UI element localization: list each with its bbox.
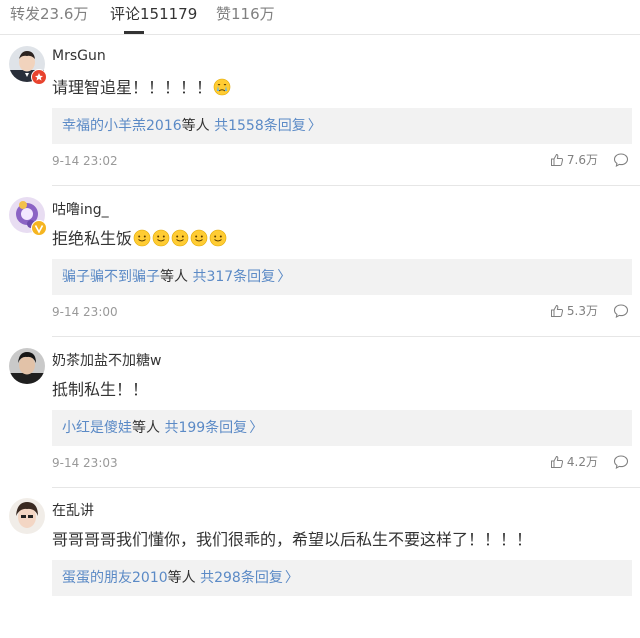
reply-user-link[interactable]: 幸福的小羊羔2016 (62, 118, 182, 134)
avatar[interactable] (9, 348, 45, 384)
comment-text: 哥哥哥哥我们懂你，我们很乖的，希望以后私生不要这样了！！！！ (52, 530, 533, 549)
reply-suffix: 等人 (132, 420, 160, 436)
like-count: 5.3万 (566, 304, 598, 318)
thumbs-up-icon (550, 455, 567, 469)
smile-face-icon (189, 229, 208, 248)
like-count: 7.6万 (566, 153, 598, 167)
reply-summary[interactable]: 幸福的小羊羔2016等人 共1558条回复〉 (52, 108, 632, 144)
username[interactable]: 咕噜ing_ (52, 199, 109, 219)
reply-suffix: 等人 (167, 570, 196, 586)
smile-face-icon (132, 229, 151, 248)
smile-face-icon (170, 229, 189, 248)
reply-user-link[interactable]: 小红是傻娃 (62, 420, 132, 436)
comment-time: 9-14 23:02 (52, 154, 118, 168)
reply-user-link[interactable]: 蛋蛋的朋友2010 (62, 570, 168, 586)
comment-time: 9-14 23:00 (52, 305, 118, 319)
comment-bubble-icon[interactable] (613, 152, 629, 168)
username[interactable]: MrsGun (52, 48, 106, 64)
username[interactable]: 奶茶加盐不加糖w (52, 350, 161, 370)
comment-text: 请理智追星！！！！！ (52, 78, 213, 97)
like-button[interactable]: 4.2万 (550, 453, 598, 471)
comment-text-row: 抵制私生！！ (52, 378, 148, 402)
like-count: 4.2万 (566, 455, 598, 469)
avatar[interactable] (9, 498, 45, 534)
smile-face-icon (208, 229, 227, 248)
crying-face-icon (212, 78, 231, 97)
comment-text-row: 拒绝私生饭 (52, 227, 227, 251)
comment-text-row: 哥哥哥哥我们懂你，我们很乖的，希望以后私生不要这样了！！！！ (52, 528, 532, 552)
comment-text: 拒绝私生饭 (52, 229, 133, 248)
chevron-right-icon: 〉 (307, 118, 322, 134)
verified-badge-red-icon (31, 69, 47, 85)
thumbs-up-icon (550, 304, 567, 318)
comment-text: 抵制私生！！ (52, 380, 149, 399)
reply-count-link[interactable]: 共1558条回复 (214, 118, 306, 134)
chevron-right-icon: 〉 (277, 269, 292, 285)
reply-summary[interactable]: 骗子骗不到骗子等人 共317条回复〉 (52, 259, 632, 295)
comment-bubble-icon[interactable] (613, 303, 629, 319)
comment-bubble-icon[interactable] (613, 454, 629, 470)
comment-item: 在乱讲 哥哥哥哥我们懂你，我们很乖的，希望以后私生不要这样了！！！！ 蛋蛋的朋友… (0, 486, 640, 638)
like-button[interactable]: 7.6万 (550, 151, 598, 169)
comment-item: 咕噜ing_ 拒绝私生饭 骗子骗不到骗子等人 共317条回复〉 9-14 23:… (0, 185, 640, 337)
verified-badge-gold-icon (31, 220, 47, 236)
reply-user-link[interactable]: 骗子骗不到骗子 (62, 269, 160, 285)
reply-suffix: 等人 (181, 118, 210, 134)
comment-text-row: 请理智追星！！！！！ (52, 76, 231, 100)
smile-face-icon (151, 229, 170, 248)
comment-item: MrsGun 请理智追星！！！！！ 幸福的小羊羔2016等人 共1558条回复〉… (0, 34, 640, 186)
chevron-right-icon: 〉 (284, 570, 299, 586)
reply-count-link[interactable]: 共199条回复 (164, 420, 247, 436)
reply-count-link[interactable]: 共317条回复 (192, 269, 275, 285)
thumbs-up-icon (550, 153, 567, 167)
like-button[interactable]: 5.3万 (550, 302, 598, 320)
reply-suffix: 等人 (160, 269, 188, 285)
reply-summary[interactable]: 蛋蛋的朋友2010等人 共298条回复〉 (52, 560, 632, 596)
reply-count-link[interactable]: 共298条回复 (200, 570, 283, 586)
comment-tabs: 转发23.6万 评论151179 赞116万 (0, 0, 640, 35)
chevron-right-icon: 〉 (249, 420, 264, 436)
reply-summary[interactable]: 小红是傻娃等人 共199条回复〉 (52, 410, 632, 446)
tab-repost[interactable]: 转发23.6万 (10, 2, 88, 26)
tab-like[interactable]: 赞116万 (216, 2, 275, 26)
comment-item: 奶茶加盐不加糖w 抵制私生！！ 小红是傻娃等人 共199条回复〉 9-14 23… (0, 336, 640, 488)
comment-time: 9-14 23:03 (52, 456, 118, 470)
username[interactable]: 在乱讲 (52, 500, 94, 520)
